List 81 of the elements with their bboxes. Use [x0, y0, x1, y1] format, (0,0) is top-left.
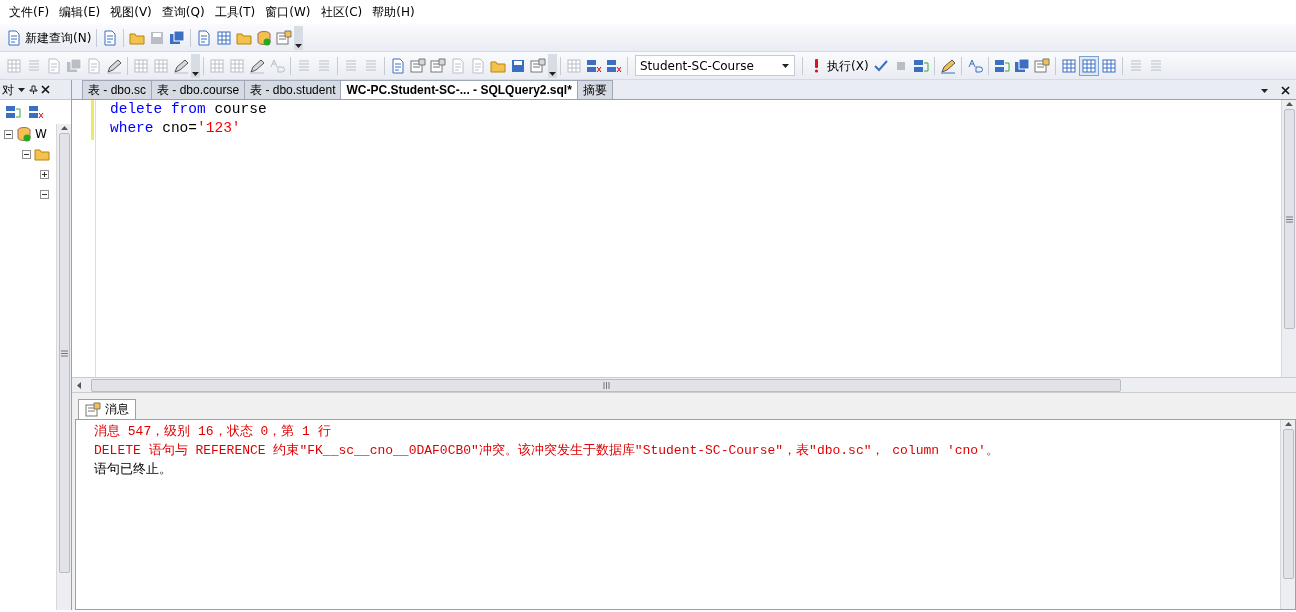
scroll-left-arrow-icon[interactable] — [75, 380, 84, 390]
server-icon[interactable] — [993, 57, 1010, 74]
new-query-button[interactable]: 新建查询(N) — [4, 26, 94, 49]
expander-toggle[interactable] — [4, 129, 13, 139]
menu-item[interactable]: 社区(C) — [315, 0, 368, 24]
grid-icon[interactable] — [6, 57, 22, 74]
toolbar-overflow-button[interactable] — [191, 53, 200, 78]
results-tab[interactable]: 消息 — [78, 399, 136, 419]
grid-icon[interactable] — [1060, 57, 1077, 74]
grip-icon — [601, 380, 611, 390]
pin-icon[interactable] — [29, 85, 38, 94]
document-tab[interactable]: 摘要 — [576, 80, 613, 99]
scroll-up-arrow-icon[interactable] — [1283, 420, 1293, 429]
pencil-icon[interactable] — [106, 57, 122, 74]
database-icon[interactable] — [256, 29, 273, 46]
expander-toggle[interactable] — [40, 169, 49, 179]
menu-item[interactable]: 窗口(W) — [260, 0, 316, 24]
dropdown-arrow-icon[interactable] — [1260, 86, 1269, 95]
execute-button[interactable]: 执行(X) — [806, 54, 871, 77]
code-line: where cno='123' — [110, 119, 242, 138]
menu-item[interactable]: 编辑(E) — [54, 0, 106, 24]
grip-icon — [1284, 214, 1294, 224]
stacked-squares-icon[interactable] — [169, 29, 186, 46]
letters-ab-icon[interactable] — [966, 57, 983, 74]
scrollbar[interactable] — [56, 124, 71, 610]
grip-icon — [59, 348, 69, 358]
pencil-icon[interactable] — [173, 57, 189, 74]
database-dropdown[interactable]: Student-SC-Course — [635, 55, 795, 76]
document-page-icon[interactable] — [430, 57, 446, 74]
server-cross-icon[interactable] — [28, 104, 44, 120]
caret-icon[interactable] — [781, 61, 790, 70]
document-tab[interactable]: WC-PC.Student-SC-... - SQLQuery2.sql* — [340, 80, 578, 99]
document-icon — [6, 29, 22, 46]
document-page-icon[interactable] — [410, 57, 426, 74]
pencil-icon[interactable] — [249, 57, 265, 74]
close-icon[interactable] — [1281, 86, 1290, 95]
grid-icon[interactable] — [216, 29, 233, 46]
menu-item[interactable]: 帮助(H) — [367, 0, 420, 24]
scroll-up-arrow-icon[interactable] — [1284, 100, 1294, 109]
pencil-icon[interactable] — [939, 57, 956, 74]
document-tab[interactable]: 表 - dbo.sc — [82, 80, 153, 99]
grid-icon[interactable] — [133, 57, 149, 74]
grid-icon[interactable] — [1080, 57, 1097, 74]
menu-item[interactable]: 文件(F) — [4, 0, 55, 24]
message-line: 语句已终止。 — [94, 461, 173, 479]
document-page-icon — [85, 401, 101, 418]
scrollbar[interactable] — [1281, 100, 1296, 377]
close-icon[interactable] — [41, 85, 50, 94]
scrollbar[interactable] — [1280, 420, 1295, 609]
menu-item[interactable]: 工具(T) — [209, 0, 261, 24]
panel-title: 对 — [2, 81, 14, 99]
save-icon[interactable] — [510, 57, 526, 74]
menu-item[interactable]: 查询(Q) — [156, 0, 210, 24]
toolbar-overflow-button[interactable] — [548, 53, 557, 78]
menu-item[interactable]: 视图(V) — [105, 0, 157, 24]
document-icon[interactable] — [390, 57, 406, 74]
server-icon[interactable] — [912, 57, 929, 74]
document-icon[interactable] — [196, 29, 213, 46]
document-page-icon[interactable] — [1033, 57, 1050, 74]
toolbar-overflow-button[interactable] — [294, 25, 304, 50]
database-icon — [16, 126, 32, 142]
folder-icon — [34, 146, 50, 162]
grid-icon[interactable] — [209, 57, 225, 74]
message-line: DELETE 语句与 REFERENCE 约束"FK__sc__cno__0DAF0CB0"冲突。该冲突发生于数据库"Student-SC-Course"，表"dbo.sc"， column 'cno'。 — [94, 442, 1000, 460]
server-cross-icon[interactable] — [606, 57, 622, 74]
code-line: delete from course — [110, 100, 268, 119]
server-cross-icon[interactable] — [586, 57, 602, 74]
tree-node-label[interactable]: W — [35, 125, 47, 143]
scroll-up-arrow-icon[interactable] — [59, 124, 69, 133]
document-tab[interactable]: 表 - dbo.student — [244, 80, 342, 99]
server-icon[interactable] — [5, 104, 21, 120]
change-marker — [91, 100, 94, 140]
message-line: 消息 547，级别 16，状态 0，第 1 行 — [94, 423, 332, 441]
stacked-squares-icon[interactable] — [1013, 57, 1030, 74]
document-icon[interactable] — [102, 29, 119, 46]
document-tab[interactable]: 表 - dbo.course — [151, 80, 246, 99]
scrollbar[interactable] — [72, 378, 1296, 393]
grid-icon[interactable] — [1100, 57, 1117, 74]
dropdown-arrow-icon[interactable] — [17, 85, 26, 94]
expander-toggle[interactable] — [40, 189, 49, 199]
expander-toggle[interactable] — [22, 149, 31, 159]
